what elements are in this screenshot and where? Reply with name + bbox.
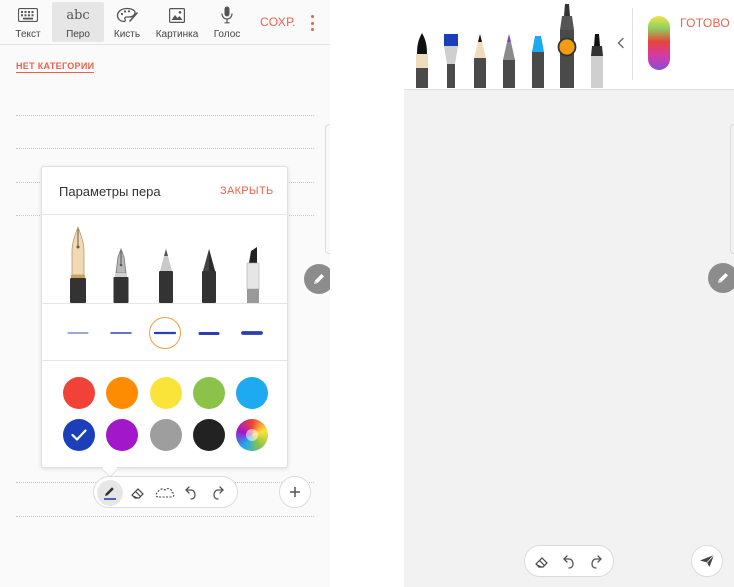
- side-panel-handle[interactable]: [730, 124, 734, 254]
- checkmark-icon: [71, 429, 87, 441]
- tab-image[interactable]: Картинка: [151, 2, 203, 42]
- add-icon[interactable]: [279, 476, 311, 508]
- eraser-icon[interactable]: [529, 549, 555, 575]
- flat-brush-icon[interactable]: [443, 32, 459, 88]
- color-swatch-orange[interactable]: [106, 377, 138, 409]
- marker-icon[interactable]: [241, 223, 265, 303]
- tab-image-label: Картинка: [155, 29, 199, 40]
- popup-title: Параметры пера: [59, 184, 161, 199]
- microphone-icon: [221, 4, 233, 26]
- note-rule-line: [16, 115, 314, 116]
- category-link[interactable]: НЕТ КАТЕГОРИИ: [16, 61, 95, 73]
- color-picker-rainbow[interactable]: [648, 16, 670, 70]
- pencil-fab-icon[interactable]: [304, 264, 330, 294]
- marker-selected-icon[interactable]: [556, 2, 578, 88]
- thickness-option-3[interactable]: [149, 317, 181, 349]
- divider: [42, 360, 287, 361]
- thickness-option-5[interactable]: [236, 317, 268, 349]
- more-options-icon[interactable]: [307, 14, 317, 32]
- thickness-option-4[interactable]: [193, 317, 225, 349]
- color-swatch-purple[interactable]: [106, 419, 138, 451]
- note-rule-line: [16, 148, 314, 149]
- pencil-icon[interactable]: [472, 32, 488, 88]
- color-swatch-black[interactable]: [193, 419, 225, 451]
- fineliner-icon[interactable]: [589, 32, 605, 88]
- color-swatch-light-blue[interactable]: [236, 377, 268, 409]
- color-swatch-green[interactable]: [193, 377, 225, 409]
- color-swatch-gray[interactable]: [150, 419, 182, 451]
- abc-handwriting-icon: abc: [66, 7, 90, 23]
- send-icon[interactable]: [691, 545, 723, 577]
- undo-icon[interactable]: [556, 549, 582, 575]
- fountain-pen-icon[interactable]: [66, 223, 90, 303]
- color-swatch-blue-selected[interactable]: [63, 419, 95, 451]
- pen-tool-icon[interactable]: [97, 480, 123, 506]
- brush-pen-icon[interactable]: [197, 223, 221, 303]
- drawing-tools-bar: [93, 476, 238, 508]
- tab-text[interactable]: Текст: [2, 2, 54, 42]
- memo-editor-screen: Текст abc Перо Кисть Картинка Голос СОХР…: [0, 0, 330, 587]
- keyboard-icon: [18, 4, 38, 26]
- editor-toolbar: Текст abc Перо Кисть Картинка Голос СОХР…: [0, 0, 330, 45]
- tab-pen[interactable]: abc Перо: [52, 2, 104, 42]
- pencil-icon[interactable]: [154, 223, 178, 303]
- close-button[interactable]: ЗАКРЫТЬ: [220, 185, 274, 197]
- palette-icon: [116, 4, 138, 26]
- crayon-icon[interactable]: [530, 32, 546, 88]
- drawing-canvas-screen: ГОТОВО: [404, 0, 734, 587]
- redo-icon[interactable]: [205, 480, 231, 506]
- pen-settings-popup: Параметры пера ЗАКРЫТЬ: [41, 166, 288, 478]
- color-picker-rainbow[interactable]: [236, 419, 268, 451]
- lasso-select-icon[interactable]: [152, 480, 178, 506]
- note-rule-line: [16, 516, 314, 517]
- tab-brush[interactable]: Кисть: [101, 2, 153, 42]
- tab-text-label: Текст: [15, 29, 41, 40]
- done-button[interactable]: ГОТОВО: [680, 16, 730, 30]
- side-panel-handle[interactable]: [325, 124, 330, 254]
- tab-voice[interactable]: Голос: [201, 2, 253, 42]
- eraser-icon[interactable]: [125, 480, 151, 506]
- tab-voice-label: Голос: [213, 29, 241, 40]
- canvas-tools-bar: [524, 545, 614, 577]
- divider: [42, 303, 287, 304]
- tab-brush-label: Кисть: [113, 29, 141, 40]
- undo-icon[interactable]: [178, 480, 204, 506]
- image-icon: [169, 4, 185, 26]
- thickness-option-1[interactable]: [62, 317, 94, 349]
- brush-icon[interactable]: [414, 32, 430, 88]
- brush-pen-icon[interactable]: [501, 32, 517, 88]
- popup-pointer: [101, 460, 119, 478]
- pen-selector-bar: ГОТОВО: [404, 0, 734, 90]
- chevron-left-icon[interactable]: [617, 36, 625, 54]
- save-button[interactable]: СОХР.: [260, 15, 296, 29]
- color-swatch-red[interactable]: [63, 377, 95, 409]
- divider: [632, 8, 633, 80]
- color-swatch-yellow[interactable]: [150, 377, 182, 409]
- calligraphy-pen-icon[interactable]: [109, 223, 133, 303]
- redo-icon[interactable]: [583, 549, 609, 575]
- pencil-fab-icon[interactable]: [708, 263, 734, 293]
- divider: [42, 214, 287, 215]
- tab-pen-label: Перо: [66, 29, 90, 40]
- thickness-option-2[interactable]: [105, 317, 137, 349]
